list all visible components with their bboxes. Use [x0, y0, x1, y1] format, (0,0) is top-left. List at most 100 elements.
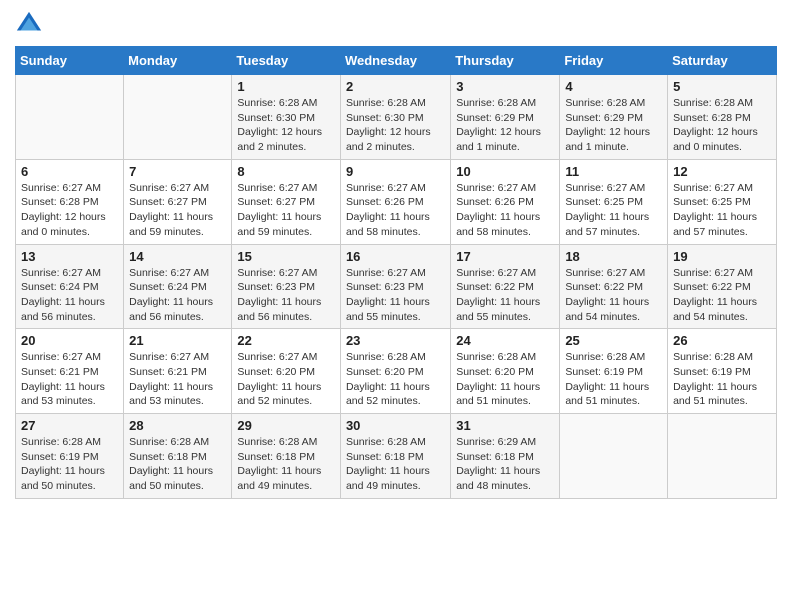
day-info: Sunrise: 6:27 AM Sunset: 6:27 PM Dayligh… [129, 181, 226, 240]
calendar-week-0: 1 Sunrise: 6:28 AM Sunset: 6:30 PM Daylig… [16, 75, 777, 160]
day-info: Sunrise: 6:27 AM Sunset: 6:24 PM Dayligh… [129, 266, 226, 325]
calendar-cell: 5 Sunrise: 6:28 AM Sunset: 6:28 PM Daylig… [668, 75, 777, 160]
day-number: 14 [129, 249, 226, 264]
calendar-cell: 23 Sunrise: 6:28 AM Sunset: 6:20 PM Dayli… [340, 329, 450, 414]
calendar-cell: 21 Sunrise: 6:27 AM Sunset: 6:21 PM Dayli… [124, 329, 232, 414]
day-number: 5 [673, 79, 771, 94]
day-info: Sunrise: 6:28 AM Sunset: 6:29 PM Dayligh… [565, 96, 662, 155]
day-number: 18 [565, 249, 662, 264]
day-number: 8 [237, 164, 335, 179]
weekday-header-friday: Friday [560, 47, 668, 75]
calendar-body: 1 Sunrise: 6:28 AM Sunset: 6:30 PM Daylig… [16, 75, 777, 499]
calendar-cell [16, 75, 124, 160]
day-number: 9 [346, 164, 445, 179]
calendar-cell: 14 Sunrise: 6:27 AM Sunset: 6:24 PM Dayli… [124, 244, 232, 329]
weekday-header-thursday: Thursday [451, 47, 560, 75]
day-info: Sunrise: 6:28 AM Sunset: 6:30 PM Dayligh… [346, 96, 445, 155]
calendar-cell: 2 Sunrise: 6:28 AM Sunset: 6:30 PM Daylig… [340, 75, 450, 160]
calendar-cell: 15Sunrise: 6:27 AM Sunset: 6:23 PM Dayli… [232, 244, 341, 329]
weekday-header-wednesday: Wednesday [340, 47, 450, 75]
weekday-header-saturday: Saturday [668, 47, 777, 75]
day-number: 21 [129, 333, 226, 348]
calendar-table: SundayMondayTuesdayWednesdayThursdayFrid… [15, 46, 777, 499]
calendar-cell [124, 75, 232, 160]
calendar-cell: 10 Sunrise: 6:27 AM Sunset: 6:26 PM Dayli… [451, 159, 560, 244]
calendar-cell: 30 Sunrise: 6:28 AM Sunset: 6:18 PM Dayli… [340, 414, 450, 499]
day-info: Sunrise: 6:28 AM Sunset: 6:28 PM Dayligh… [673, 96, 771, 155]
day-number: 4 [565, 79, 662, 94]
day-number: 30 [346, 418, 445, 433]
day-number: 19 [673, 249, 771, 264]
day-number: 27 [21, 418, 118, 433]
day-info: Sunrise: 6:27 AM Sunset: 6:21 PM Dayligh… [129, 350, 226, 409]
calendar-cell: 4 Sunrise: 6:28 AM Sunset: 6:29 PM Daylig… [560, 75, 668, 160]
day-info: Sunrise: 6:27 AM Sunset: 6:26 PM Dayligh… [456, 181, 554, 240]
calendar-cell: 19 Sunrise: 6:27 AM Sunset: 6:22 PM Dayli… [668, 244, 777, 329]
day-info: Sunrise: 6:27 AM Sunset: 6:23 PM Dayligh… [237, 266, 335, 325]
day-info: Sunrise: 6:27 AM Sunset: 6:26 PM Dayligh… [346, 181, 445, 240]
day-number: 25 [565, 333, 662, 348]
day-info: Sunrise: 6:27 AM Sunset: 6:24 PM Dayligh… [21, 266, 118, 325]
day-number: 29 [237, 418, 335, 433]
calendar-cell: 26 Sunrise: 6:28 AM Sunset: 6:19 PM Dayli… [668, 329, 777, 414]
calendar-cell [560, 414, 668, 499]
day-info: Sunrise: 6:28 AM Sunset: 6:19 PM Dayligh… [565, 350, 662, 409]
day-number: 1 [237, 79, 335, 94]
day-info: Sunrise: 6:28 AM Sunset: 6:20 PM Dayligh… [346, 350, 445, 409]
day-info: Sunrise: 6:28 AM Sunset: 6:18 PM Dayligh… [129, 435, 226, 494]
day-info: Sunrise: 6:27 AM Sunset: 6:22 PM Dayligh… [673, 266, 771, 325]
day-number: 11 [565, 164, 662, 179]
day-number: 17 [456, 249, 554, 264]
page: SundayMondayTuesdayWednesdayThursdayFrid… [0, 0, 792, 612]
day-info: Sunrise: 6:28 AM Sunset: 6:18 PM Dayligh… [237, 435, 335, 494]
day-info: Sunrise: 6:27 AM Sunset: 6:21 PM Dayligh… [21, 350, 118, 409]
day-number: 12 [673, 164, 771, 179]
logo-icon [15, 10, 43, 38]
weekday-header-tuesday: Tuesday [232, 47, 341, 75]
weekday-header-sunday: Sunday [16, 47, 124, 75]
calendar-week-1: 6Sunrise: 6:27 AM Sunset: 6:28 PM Daylig… [16, 159, 777, 244]
calendar-cell: 12Sunrise: 6:27 AM Sunset: 6:25 PM Dayli… [668, 159, 777, 244]
calendar-cell: 20 Sunrise: 6:27 AM Sunset: 6:21 PM Dayli… [16, 329, 124, 414]
calendar-cell: 13 Sunrise: 6:27 AM Sunset: 6:24 PM Dayli… [16, 244, 124, 329]
day-number: 13 [21, 249, 118, 264]
day-number: 28 [129, 418, 226, 433]
calendar-cell [668, 414, 777, 499]
day-info: Sunrise: 6:28 AM Sunset: 6:18 PM Dayligh… [346, 435, 445, 494]
day-info: Sunrise: 6:29 AM Sunset: 6:18 PM Dayligh… [456, 435, 554, 494]
calendar-week-2: 13 Sunrise: 6:27 AM Sunset: 6:24 PM Dayli… [16, 244, 777, 329]
calendar-cell: 6Sunrise: 6:27 AM Sunset: 6:28 PM Daylig… [16, 159, 124, 244]
day-number: 2 [346, 79, 445, 94]
calendar-cell: 11 Sunrise: 6:27 AM Sunset: 6:25 PM Dayli… [560, 159, 668, 244]
day-info: Sunrise: 6:27 AM Sunset: 6:22 PM Dayligh… [456, 266, 554, 325]
day-number: 22 [237, 333, 335, 348]
calendar-cell: 18 Sunrise: 6:27 AM Sunset: 6:22 PM Dayli… [560, 244, 668, 329]
header [15, 10, 777, 38]
day-info: Sunrise: 6:28 AM Sunset: 6:20 PM Dayligh… [456, 350, 554, 409]
day-number: 31 [456, 418, 554, 433]
day-number: 7 [129, 164, 226, 179]
logo [15, 10, 47, 38]
day-info: Sunrise: 6:27 AM Sunset: 6:22 PM Dayligh… [565, 266, 662, 325]
calendar-cell: 9 Sunrise: 6:27 AM Sunset: 6:26 PM Daylig… [340, 159, 450, 244]
calendar-cell: 31 Sunrise: 6:29 AM Sunset: 6:18 PM Dayli… [451, 414, 560, 499]
day-info: Sunrise: 6:28 AM Sunset: 6:19 PM Dayligh… [673, 350, 771, 409]
calendar-cell: 3Sunrise: 6:28 AM Sunset: 6:29 PM Daylig… [451, 75, 560, 160]
calendar-cell: 22Sunrise: 6:27 AM Sunset: 6:20 PM Dayli… [232, 329, 341, 414]
calendar-week-3: 20 Sunrise: 6:27 AM Sunset: 6:21 PM Dayli… [16, 329, 777, 414]
calendar-header: SundayMondayTuesdayWednesdayThursdayFrid… [16, 47, 777, 75]
calendar-cell: 29 Sunrise: 6:28 AM Sunset: 6:18 PM Dayli… [232, 414, 341, 499]
day-number: 23 [346, 333, 445, 348]
calendar-cell: 8Sunrise: 6:27 AM Sunset: 6:27 PM Daylig… [232, 159, 341, 244]
day-info: Sunrise: 6:28 AM Sunset: 6:19 PM Dayligh… [21, 435, 118, 494]
day-number: 10 [456, 164, 554, 179]
calendar-cell: 27 Sunrise: 6:28 AM Sunset: 6:19 PM Dayli… [16, 414, 124, 499]
day-number: 20 [21, 333, 118, 348]
day-number: 26 [673, 333, 771, 348]
calendar-cell: 17 Sunrise: 6:27 AM Sunset: 6:22 PM Dayli… [451, 244, 560, 329]
day-info: Sunrise: 6:28 AM Sunset: 6:30 PM Dayligh… [237, 96, 335, 155]
day-info: Sunrise: 6:27 AM Sunset: 6:25 PM Dayligh… [565, 181, 662, 240]
weekday-row: SundayMondayTuesdayWednesdayThursdayFrid… [16, 47, 777, 75]
day-info: Sunrise: 6:27 AM Sunset: 6:23 PM Dayligh… [346, 266, 445, 325]
day-number: 3 [456, 79, 554, 94]
